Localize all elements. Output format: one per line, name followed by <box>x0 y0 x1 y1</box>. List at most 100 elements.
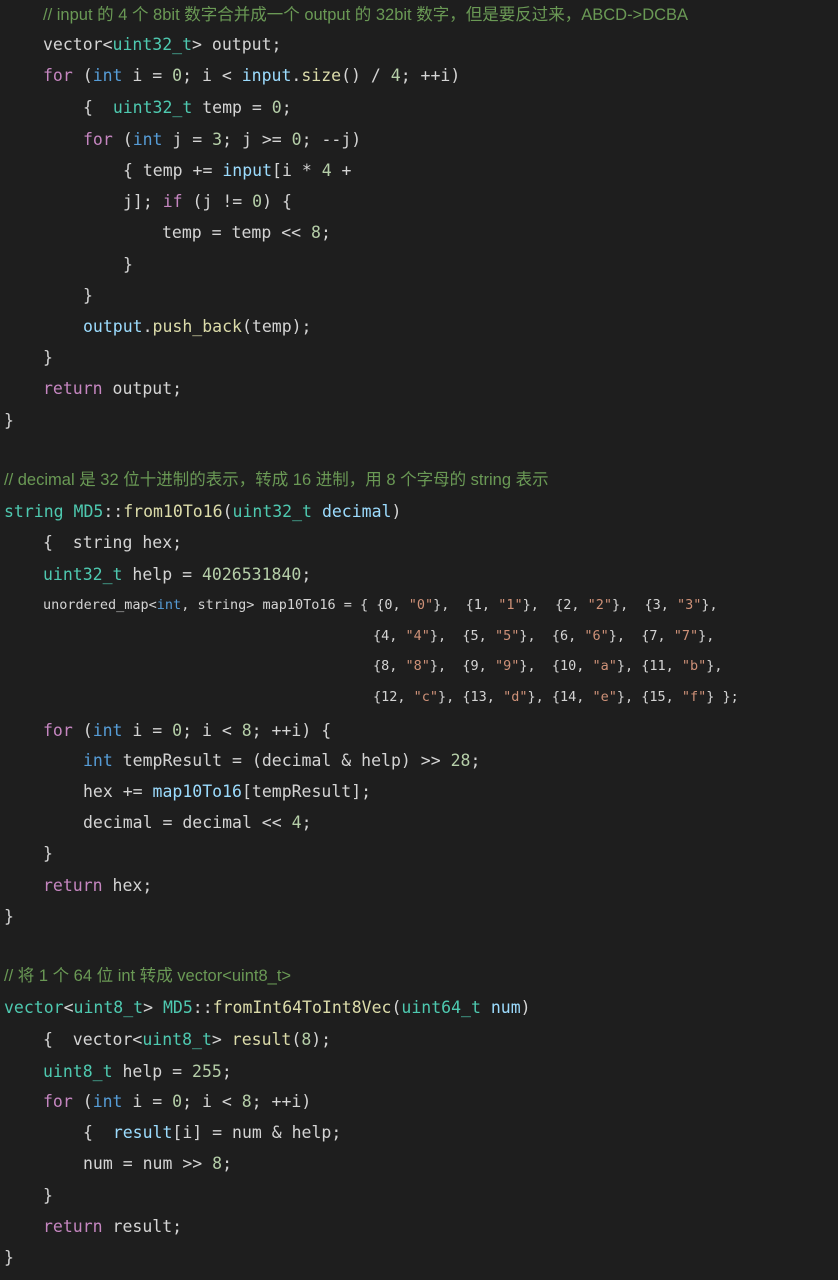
code-token: int <box>92 1092 123 1111</box>
code-token: }, {14, <box>527 689 593 705</box>
code-token: }, {1, <box>433 597 499 613</box>
code-line: num = num >> 8; <box>83 1148 232 1179</box>
code-token: ( <box>72 66 93 85</box>
code-token: help = <box>122 565 202 584</box>
code-token: }, {9, <box>429 658 495 674</box>
code-line: unordered_map<int, string> map10To16 = {… <box>43 590 718 621</box>
code-line: } <box>43 838 53 869</box>
code-token: 0 <box>172 721 183 740</box>
code-token: 0 <box>252 192 263 211</box>
code-token: }, {10, <box>519 658 593 674</box>
code-editor[interactable]: // input 的 4 个 8bit 数字合并成一个 output 的 32b… <box>0 0 838 1280</box>
code-token: } <box>83 286 93 305</box>
code-token: num = num >> <box>83 1154 213 1173</box>
code-line: { string hex; <box>43 527 182 558</box>
code-token: ); <box>311 1030 332 1049</box>
code-token: "d" <box>503 689 528 705</box>
code-token: (j != <box>182 192 253 211</box>
code-token: } <box>4 907 14 926</box>
code-line: for (int j = 3; j >= 0; --j) <box>83 124 361 155</box>
code-token: int <box>156 597 182 613</box>
code-token: input <box>241 66 292 85</box>
code-token: j]; <box>123 192 163 211</box>
code-token: i = <box>122 721 173 740</box>
code-token: ( <box>112 130 133 149</box>
code-token: "c" <box>413 689 439 705</box>
code-line: } <box>4 405 14 436</box>
code-token: ; i < <box>182 1092 242 1111</box>
code-token: }, {6, <box>519 628 585 644</box>
code-token: int <box>132 130 163 149</box>
code-line: } <box>83 280 93 311</box>
code-token: "5" <box>494 628 520 644</box>
code-token: ; ++i) <box>400 66 461 85</box>
code-line: } <box>43 1180 53 1211</box>
code-token: ( <box>222 502 233 521</box>
code-line: // decimal 是 32 位十进制的表示，转成 16 进制，用 8 个字母… <box>4 464 549 495</box>
code-token: ; i < <box>182 721 242 740</box>
code-token: return <box>43 1217 103 1236</box>
code-token: ) <box>520 998 531 1017</box>
code-token: ; <box>281 98 292 117</box>
code-token: ) <box>391 502 402 521</box>
code-token: { <box>83 98 113 117</box>
code-line: } <box>43 342 53 373</box>
code-token: {8, <box>373 658 406 674</box>
code-token: , string> map10To16 = { {0, <box>181 597 409 613</box>
code-token: output <box>83 317 143 336</box>
code-token: for <box>83 130 113 149</box>
code-token: temp = temp << <box>162 223 312 242</box>
code-token: MD5 <box>162 998 193 1017</box>
code-token: uint8_t <box>43 1062 113 1081</box>
code-token: unordered_map< <box>43 597 157 613</box>
code-token: if <box>162 192 183 211</box>
code-token: }, {5, <box>429 628 495 644</box>
code-token: ; j >= <box>222 130 292 149</box>
code-token: }, <box>698 628 715 644</box>
code-token: hex; <box>102 876 153 895</box>
code-token: return <box>43 379 103 398</box>
code-token: ( <box>291 1030 302 1049</box>
code-line: int tempResult = (decimal & help) >> 28; <box>83 745 480 776</box>
code-token: { <box>83 1123 113 1142</box>
code-token: j = <box>162 130 213 149</box>
code-token: 4 <box>291 813 302 832</box>
code-token: uint32_t <box>112 98 193 117</box>
code-token: num <box>490 998 521 1017</box>
code-token: for <box>43 66 73 85</box>
code-token: ; <box>222 1154 233 1173</box>
code-token: decimal <box>321 502 392 521</box>
code-token: 4 <box>321 161 332 180</box>
code-token: size <box>301 66 342 85</box>
code-token: }, {2, <box>522 597 588 613</box>
code-token: ) { <box>262 192 292 211</box>
code-token: }, {7, <box>608 628 674 644</box>
code-line: // input 的 4 个 8bit 数字合并成一个 output 的 32b… <box>43 0 688 30</box>
code-line: {12, "c"}, {13, "d"}, {14, "e"}, {15, "f… <box>373 682 739 713</box>
code-token: // 将 1 个 64 位 int 转成 vector<uint8_t> <box>4 967 292 985</box>
code-token: :: <box>192 998 213 1017</box>
code-token: "4" <box>405 628 430 644</box>
code-token: // decimal 是 32 位十进制的表示，转成 16 进制，用 8 个字母… <box>4 471 549 489</box>
code-token: input <box>222 161 273 180</box>
code-token: } <box>4 1248 14 1267</box>
code-token: for <box>43 1092 73 1111</box>
code-token: vector <box>4 998 64 1017</box>
code-line: } <box>4 1242 14 1273</box>
code-token: }, {11, <box>616 658 682 674</box>
code-token: "0" <box>408 597 434 613</box>
code-token: { vector< <box>43 1030 143 1049</box>
code-line: { result[i] = num & help; <box>83 1117 341 1148</box>
code-token: ; ++i) { <box>251 721 332 740</box>
code-token: 0 <box>172 1092 183 1111</box>
code-token: { string hex; <box>43 533 183 552</box>
code-token: . <box>142 317 153 336</box>
code-token: 3 <box>212 130 223 149</box>
code-token: {4, <box>373 628 406 644</box>
code-line: uint32_t help = 4026531840; <box>43 559 311 590</box>
code-token: ; <box>301 565 312 584</box>
code-token: return <box>43 876 103 895</box>
code-token: uint32_t <box>112 35 193 54</box>
code-token: 4026531840 <box>201 565 302 584</box>
code-token: } <box>43 844 53 863</box>
